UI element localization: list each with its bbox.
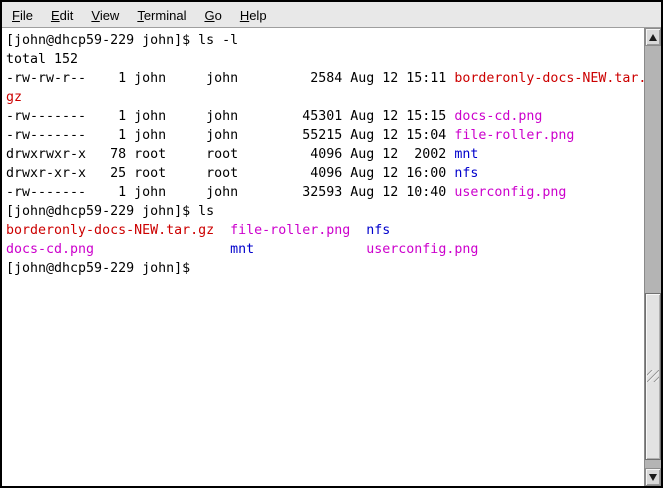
scrollbar-track[interactable] (645, 46, 661, 468)
terminal-text-segment (214, 223, 230, 238)
terminal-text-segment: mnt (454, 147, 478, 162)
terminal-line: gz (6, 88, 644, 107)
terminal-text-segment: docs-cd.png (6, 242, 94, 257)
menu-item-terminal[interactable]: Terminal (128, 4, 195, 26)
terminal-text-segment: userconfig.png (454, 185, 566, 200)
menu-item-edit[interactable]: Edit (42, 4, 82, 26)
scroll-down-button[interactable] (645, 468, 661, 486)
terminal-text-segment: drwxrwxr-x 78 root root 4096 Aug 12 2002 (6, 147, 454, 162)
terminal-text-segment: userconfig.png (366, 242, 478, 257)
terminal-text-segment: total 152 (6, 52, 78, 67)
terminal-text-segment (350, 223, 366, 238)
terminal-window: FileEditViewTerminalGoHelp [john@dhcp59-… (0, 0, 663, 488)
terminal-text-segment: file-roller.png (230, 223, 350, 238)
terminal-text-segment (94, 242, 230, 257)
scroll-up-icon (649, 34, 657, 41)
terminal-line: [john@dhcp59-229 john]$ (6, 259, 644, 278)
menu-item-file[interactable]: File (3, 4, 42, 26)
terminal-text-segment: docs-cd.png (454, 109, 542, 124)
terminal-text-segment: borderonly-docs-NEW.tar. (454, 71, 644, 86)
terminal-text-segment: [john@dhcp59-229 john]$ ls (6, 204, 214, 219)
terminal-text-segment: nfs (454, 166, 478, 181)
terminal-text-segment: -rw------- 1 john john 32593 Aug 12 10:4… (6, 185, 454, 200)
terminal-text-segment: gz (6, 90, 22, 105)
scrollbar (644, 28, 661, 486)
terminal-line: [john@dhcp59-229 john]$ ls (6, 202, 644, 221)
scroll-down-icon (649, 474, 657, 481)
terminal-line: -rw-rw-r-- 1 john john 2584 Aug 12 15:11… (6, 69, 644, 88)
terminal-text-segment: file-roller.png (454, 128, 574, 143)
terminal-text-segment: nfs (366, 223, 390, 238)
terminal-output[interactable]: [john@dhcp59-229 john]$ ls -l total 152 -r… (2, 28, 644, 486)
terminal-text-segment: -rw------- 1 john john 55215 Aug 12 15:0… (6, 128, 454, 143)
menu-item-go[interactable]: Go (195, 4, 230, 26)
terminal-line: docs-cd.png mnt userconfig.png (6, 240, 644, 259)
terminal-line: [john@dhcp59-229 john]$ ls -l (6, 31, 644, 50)
terminal-line: -rw------- 1 john john 55215 Aug 12 15:0… (6, 126, 644, 145)
terminal-text-segment: [john@dhcp59-229 john]$ ls -l (6, 33, 238, 48)
terminal-line: -rw------- 1 john john 32593 Aug 12 10:4… (6, 183, 644, 202)
terminal-line: borderonly-docs-NEW.tar.gz file-roller.p… (6, 221, 644, 240)
menu-item-help[interactable]: Help (231, 4, 276, 26)
terminal-text-segment: -rw-rw-r-- 1 john john 2584 Aug 12 15:11 (6, 71, 454, 86)
terminal-text-segment: drwxr-xr-x 25 root root 4096 Aug 12 16:0… (6, 166, 454, 181)
terminal-line: total 152 (6, 50, 644, 69)
grip-icon (647, 370, 659, 382)
scroll-up-button[interactable] (645, 28, 661, 46)
terminal-text-segment (254, 242, 366, 257)
terminal-line: drwxrwxr-x 78 root root 4096 Aug 12 2002… (6, 145, 644, 164)
terminal-text-segment: borderonly-docs-NEW.tar.gz (6, 223, 214, 238)
menu-item-view[interactable]: View (82, 4, 128, 26)
terminal-text-segment: mnt (230, 242, 254, 257)
scrollbar-thumb[interactable] (645, 293, 661, 460)
terminal-content: [john@dhcp59-229 john]$ ls -l total 152 -r… (2, 28, 661, 486)
menu-bar: FileEditViewTerminalGoHelp (2, 2, 661, 28)
terminal-line: -rw------- 1 john john 45301 Aug 12 15:1… (6, 107, 644, 126)
terminal-text-segment: -rw------- 1 john john 45301 Aug 12 15:1… (6, 109, 454, 124)
terminal-text-segment: [john@dhcp59-229 john]$ (6, 261, 198, 276)
terminal-line: drwxr-xr-x 25 root root 4096 Aug 12 16:0… (6, 164, 644, 183)
